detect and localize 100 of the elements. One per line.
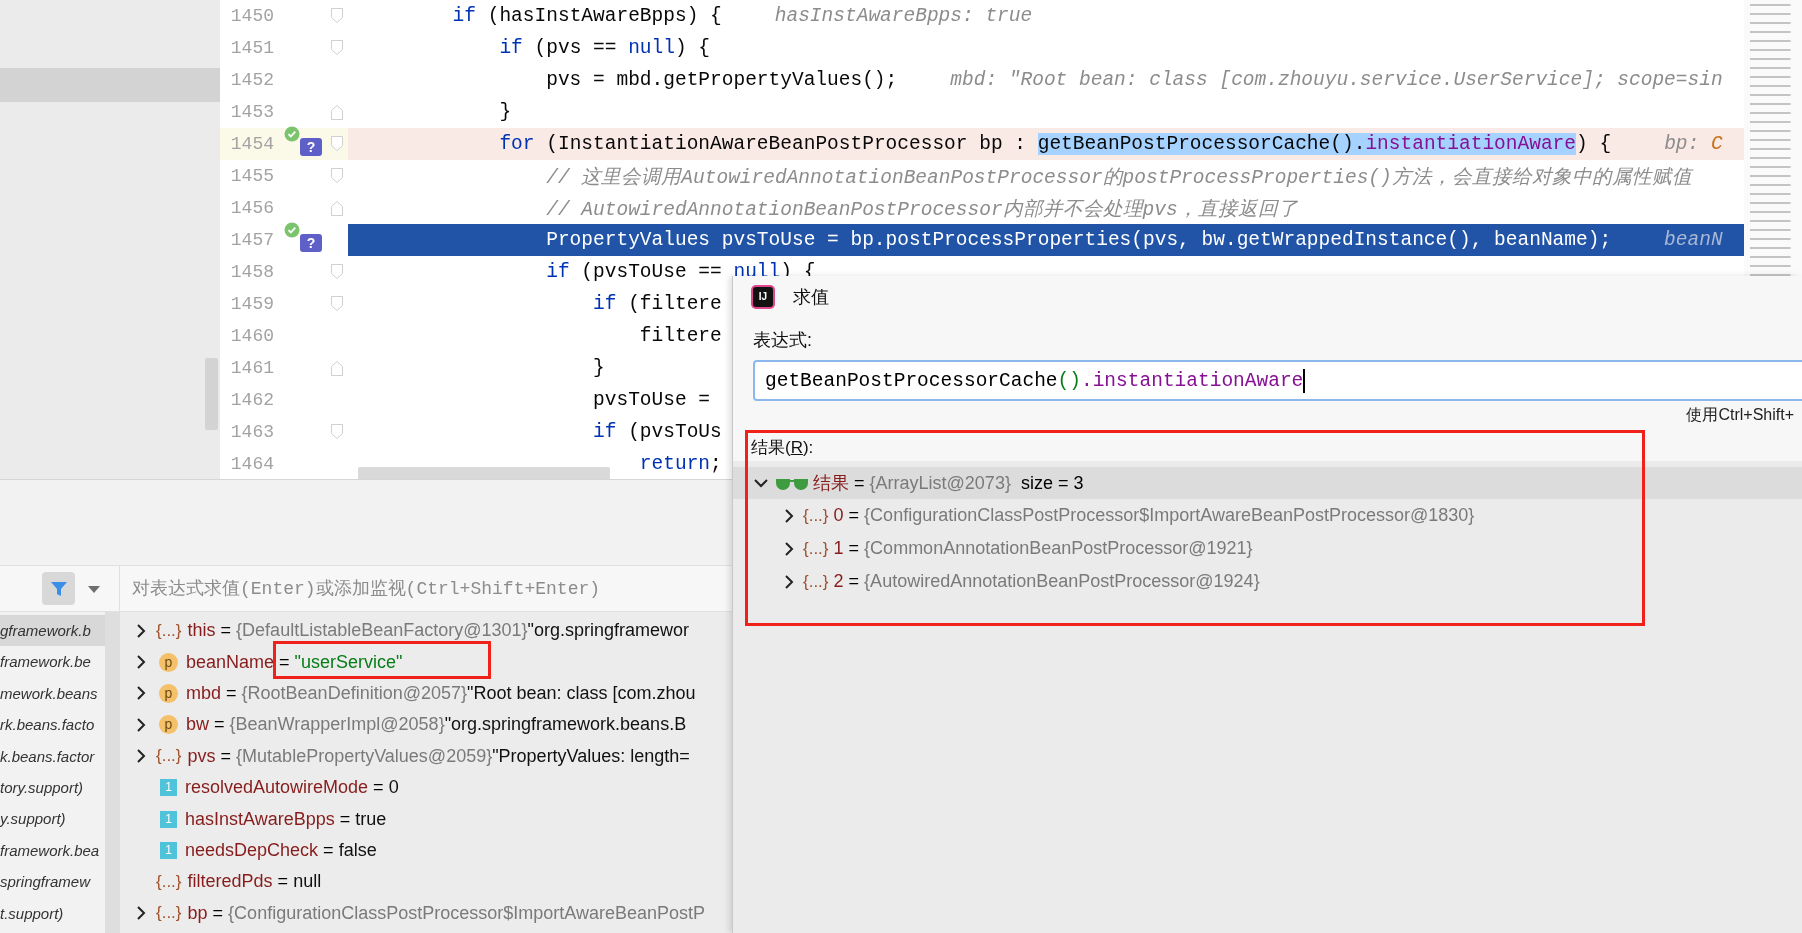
- glasses-icon: [775, 476, 809, 490]
- line-number: 1451: [229, 38, 274, 58]
- expand-icon[interactable]: [135, 685, 147, 702]
- dialog-title: 求值: [793, 286, 829, 309]
- question-marker[interactable]: ?: [300, 234, 322, 252]
- line-number: 1458: [229, 262, 274, 282]
- line-number: 1460: [229, 326, 274, 346]
- result-tree-row[interactable]: {...} 2 = {AutowiredAnnotationBeanPostProcessor@1924}: [753, 565, 1802, 598]
- variable-entry[interactable]: needsDepCheck = false: [185, 839, 377, 861]
- stack-frame[interactable]: tory.support): [0, 771, 105, 804]
- result-tree-row[interactable]: {...} 0 = {ConfigurationClassPostProcessor$ImportAwareBeanPostProcessor@1830}: [753, 499, 1802, 532]
- scrollbar-thumb[interactable]: [358, 467, 610, 479]
- highlighted-row[interactable]: [0, 68, 220, 102]
- expand-icon[interactable]: [135, 748, 147, 765]
- line-number: 1450: [229, 6, 274, 26]
- line-number: 1463: [229, 422, 274, 442]
- stack-frame[interactable]: framework.bea: [0, 834, 105, 867]
- result-tree-row[interactable]: {...} 1 = {CommonAnnotationBeanPostProcessor@1921}: [753, 532, 1802, 565]
- expand-icon[interactable]: [135, 622, 147, 639]
- variable-entry[interactable]: this = {DefaultListableBeanFactory@1301}"org.springframewor: [187, 620, 689, 642]
- line-number: 1453: [229, 102, 274, 122]
- line-number: 1464: [229, 454, 274, 474]
- line-number: 1452: [229, 70, 274, 90]
- variable-type-icon: p: [159, 652, 178, 672]
- app-logo: IJ: [753, 287, 773, 307]
- variable-entry[interactable]: bp = {ConfigurationClassPostProcessor$ImportAwareBeanPostP: [187, 902, 706, 924]
- code-line: pvs = mbd.getPropertyValues();: [546, 69, 898, 91]
- variable-type-icon: {...}: [156, 746, 182, 767]
- stack-frame[interactable]: springframew: [0, 866, 105, 898]
- inline-value-hint: bp: C: [1664, 133, 1723, 155]
- expression-field[interactable]: getBeanPostProcessorCache().instantiationAware: [753, 360, 1802, 401]
- code-line: PropertyValues pvsToUse = bp.postProcessProperties(pvs, bw.getWrappedInstance(), beanName);: [546, 229, 1612, 251]
- variable-entry[interactable]: filteredPds = null: [187, 871, 322, 893]
- variable-type-icon: p: [159, 683, 178, 703]
- variable-type-icon: {...}: [156, 620, 182, 641]
- scrollbar-thumb[interactable]: [205, 358, 218, 430]
- fold-icon[interactable]: [330, 7, 344, 25]
- fold-icon[interactable]: [330, 359, 344, 377]
- variable-type-icon: {...}: [803, 571, 829, 592]
- code-line: pvsToUse =: [593, 389, 711, 411]
- line-number: 1459: [229, 294, 274, 314]
- fold-icon[interactable]: [330, 103, 344, 121]
- code-line: if (filtere: [593, 293, 722, 315]
- inline-value-hint: beanN: [1664, 229, 1723, 251]
- stack-frame[interactable]: k.beans.factor: [0, 740, 105, 772]
- code-line: filtere: [639, 325, 722, 347]
- stack-frame[interactable]: framework.be: [0, 646, 105, 678]
- fold-icon[interactable]: [330, 39, 344, 57]
- fold-icon[interactable]: [330, 167, 344, 185]
- code-line: // AutowiredAnnotationBeanPostProcessor内部并不会处理pvs，直接返回了: [546, 197, 1298, 222]
- filter-button[interactable]: [42, 572, 75, 605]
- variable-entry[interactable]: pvs = {MutablePropertyValues@2059}"PropertyValues: length=: [187, 745, 690, 767]
- line-number: 1457: [229, 230, 274, 250]
- line-number: 1454: [229, 134, 274, 154]
- dropdown-caret-icon[interactable]: [87, 583, 101, 594]
- stack-frame[interactable]: y.support): [0, 803, 105, 835]
- variable-type-icon: p: [159, 715, 178, 735]
- fold-icon[interactable]: [330, 199, 344, 217]
- variable-entry[interactable]: resolvedAutowireMode = 0: [185, 777, 399, 799]
- line-number: 1455: [229, 166, 274, 186]
- variable-type-icon: {...}: [156, 871, 182, 892]
- variable-entry[interactable]: bw = {BeanWrapperImpl@2058}"org.springframework.beans.B: [186, 714, 687, 736]
- stack-frame[interactable]: gframework.b: [0, 615, 105, 647]
- code-line: }: [593, 357, 605, 379]
- expand-icon[interactable]: [135, 716, 147, 733]
- shortcut-hint: 使用Ctrl+Shift+: [1686, 405, 1794, 425]
- stack-frame[interactable]: rk.beans.facto: [0, 709, 105, 741]
- code-line: if (hasInstAwareBpps) {: [452, 5, 722, 27]
- line-number: 1462: [229, 390, 274, 410]
- inline-value-hint: mbd: "Root bean: class [com.zhouyu.service.UserService]; scope=sin: [950, 69, 1723, 91]
- code-line: // 这里会调用AutowiredAnnotationBeanPostProcessor的postProcessProperties()方法，会直接给对象中的属性赋值: [546, 165, 1692, 190]
- question-marker[interactable]: ?: [300, 138, 322, 156]
- variable-type-icon: {...}: [803, 538, 829, 559]
- fold-icon[interactable]: [330, 295, 344, 313]
- fold-icon[interactable]: [330, 135, 344, 153]
- watch-input-field[interactable]: 对表达式求值(Enter)或添加监视(Ctrl+Shift+Enter): [130, 577, 734, 600]
- variable-type-icon: {...}: [803, 505, 829, 526]
- expression-label: 表达式:: [752, 329, 813, 352]
- expand-icon[interactable]: [135, 654, 147, 671]
- chevron-icon[interactable]: [753, 477, 769, 489]
- stack-frame[interactable]: mework.beans: [0, 677, 105, 710]
- variable-entry[interactable]: mbd = {RootBeanDefinition@2057}"Root bean: class [com.zhou: [186, 682, 696, 704]
- variable-entry[interactable]: hasInstAwareBpps = true: [185, 808, 387, 830]
- variable-type-icon: {...}: [156, 903, 182, 924]
- code-line: }: [499, 101, 512, 123]
- fold-icon[interactable]: [330, 263, 344, 281]
- code-line: if (pvs == null) {: [499, 37, 711, 59]
- code-line: if (pvsToUs: [593, 421, 722, 443]
- code-line: return;: [639, 453, 722, 475]
- inline-value-hint: hasInstAwareBpps: true: [774, 5, 1033, 27]
- fold-icon[interactable]: [330, 423, 344, 441]
- variable-entry[interactable]: beanName = "userService": [186, 651, 403, 673]
- line-number: 1456: [229, 198, 274, 218]
- expand-icon[interactable]: [135, 905, 147, 922]
- scrollbar-track[interactable]: [105, 612, 120, 933]
- result-tree-row[interactable]: 结果 = {ArrayList@2073} size = 3: [733, 467, 1802, 499]
- code-line: for (InstantiationAwareBeanPostProcessor bp : getBeanPostProcessorCache().instantiationAware) {: [499, 133, 1612, 155]
- variable-type-icon: 1: [160, 841, 177, 859]
- line-number: 1461: [229, 358, 274, 378]
- stack-frame[interactable]: t.support): [0, 897, 105, 929]
